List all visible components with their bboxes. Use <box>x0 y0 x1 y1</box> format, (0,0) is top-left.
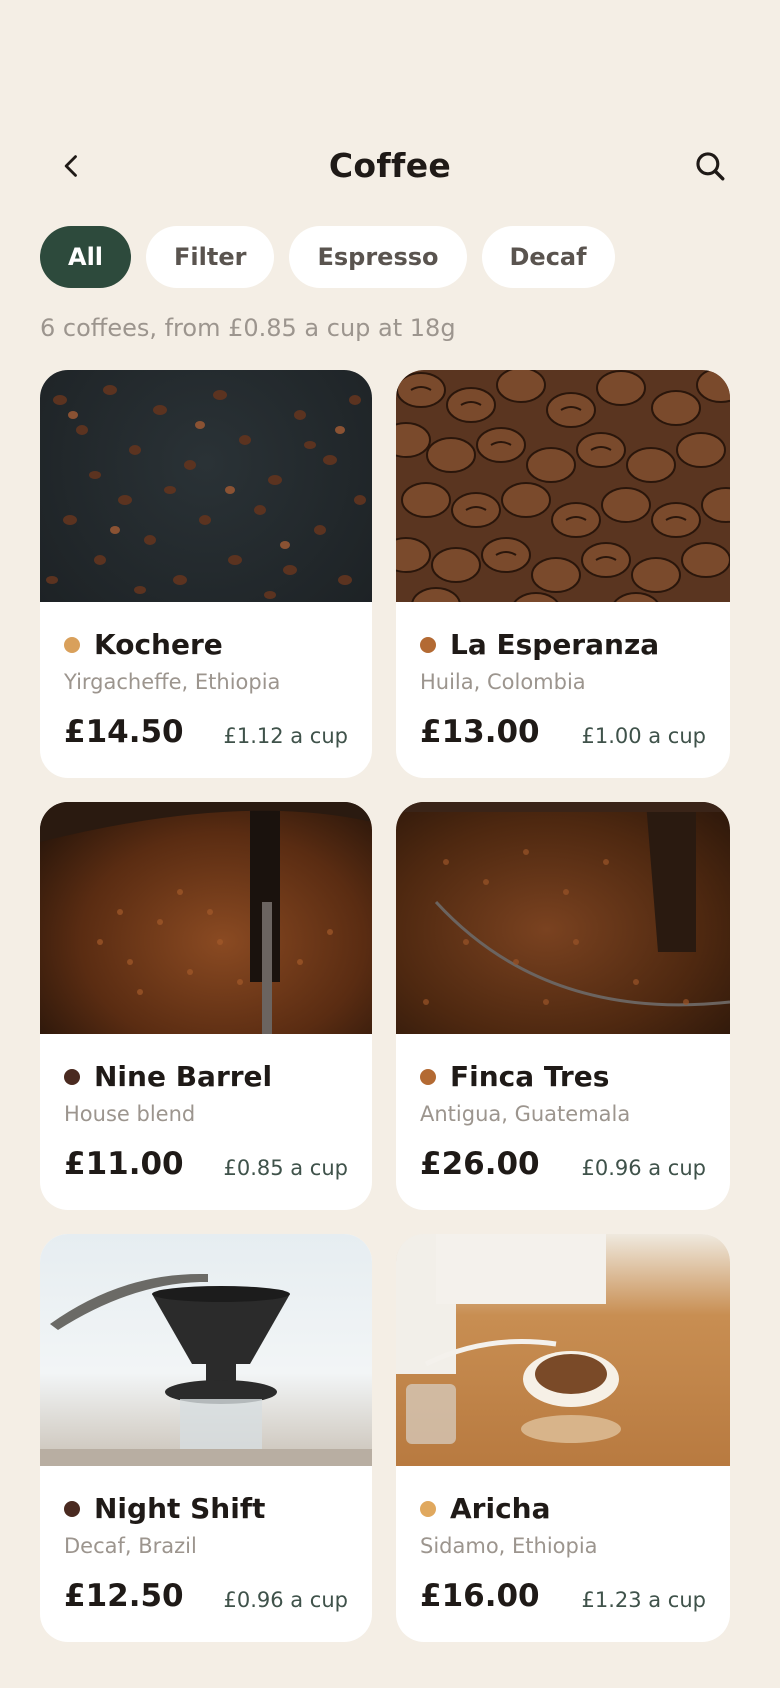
filter-chips: All Filter Espresso Decaf <box>40 226 615 288</box>
product-origin: Yirgacheffe, Ethiopia <box>64 670 281 694</box>
product-price: £16.00 <box>420 1578 540 1614</box>
product-image <box>40 802 372 1034</box>
product-price: £12.50 <box>64 1578 184 1614</box>
results-summary: 6 coffees, from £0.85 a cup at 18g <box>40 314 456 342</box>
product-info: La Esperanza Huila, Colombia £13.00 £1.0… <box>396 602 730 778</box>
product-image <box>396 370 730 602</box>
filter-chip-filter[interactable]: Filter <box>146 226 275 288</box>
price-per-cup: £1.23 a cup <box>581 1588 706 1612</box>
roast-dot <box>420 1500 436 1517</box>
product-image <box>40 370 372 602</box>
product-card[interactable]: Night Shift Decaf, Brazil £12.50 £0.96 a… <box>40 1234 372 1642</box>
header: Coffee <box>0 136 780 196</box>
product-card[interactable]: Aricha Sidamo, Ethiopia £16.00 £1.23 a c… <box>396 1234 730 1642</box>
product-grid: Kochere Yirgacheffe, Ethiopia £14.50 £1.… <box>40 370 730 1642</box>
product-price: £11.00 <box>64 1146 184 1182</box>
product-image <box>40 1234 372 1466</box>
product-card[interactable]: Finca Tres Antigua, Guatemala £26.00 £0.… <box>396 802 730 1210</box>
product-info: Finca Tres Antigua, Guatemala £26.00 £0.… <box>396 1034 730 1210</box>
product-name: La Esperanza <box>450 628 660 661</box>
product-info: Nine Barrel House blend £11.00 £0.85 a c… <box>40 1034 372 1210</box>
product-origin: Sidamo, Ethiopia <box>420 1534 598 1558</box>
filter-chip-espresso[interactable]: Espresso <box>289 226 467 288</box>
coffee-list-screen: Coffee All Filter Espresso Decaf 6 coffe… <box>0 0 780 1688</box>
product-origin: House blend <box>64 1102 196 1126</box>
price-per-cup: £0.85 a cup <box>223 1156 348 1180</box>
product-card[interactable]: Kochere Yirgacheffe, Ethiopia £14.50 £1.… <box>40 370 372 778</box>
product-price: £13.00 <box>420 714 540 750</box>
filter-chip-decaf[interactable]: Decaf <box>481 226 615 288</box>
price-per-cup: £1.00 a cup <box>581 724 706 748</box>
product-card[interactable]: La Esperanza Huila, Colombia £13.00 £1.0… <box>396 370 730 778</box>
filter-chip-all[interactable]: All <box>40 226 132 288</box>
roast-dot <box>420 636 436 653</box>
product-name: Night Shift <box>94 1492 266 1525</box>
product-price: £26.00 <box>420 1146 540 1182</box>
price-per-cup: £0.96 a cup <box>581 1156 706 1180</box>
product-info: Kochere Yirgacheffe, Ethiopia £14.50 £1.… <box>40 602 372 778</box>
product-name: Aricha <box>450 1492 551 1525</box>
product-name: Finca Tres <box>450 1060 610 1093</box>
product-card[interactable]: Nine Barrel House blend £11.00 £0.85 a c… <box>40 802 372 1210</box>
product-origin: Huila, Colombia <box>420 670 586 694</box>
roast-dot <box>64 1500 80 1517</box>
roast-dot <box>420 1068 436 1085</box>
product-info: Night Shift Decaf, Brazil £12.50 £0.96 a… <box>40 1466 372 1642</box>
product-image <box>396 1234 730 1466</box>
product-origin: Decaf, Brazil <box>64 1534 197 1558</box>
product-name: Nine Barrel <box>94 1060 273 1093</box>
page-title: Coffee <box>328 146 452 185</box>
product-info: Aricha Sidamo, Ethiopia £16.00 £1.23 a c… <box>396 1466 730 1642</box>
roast-dot <box>64 1068 80 1085</box>
price-per-cup: £1.12 a cup <box>223 724 348 748</box>
roast-dot <box>64 636 80 653</box>
product-name: Kochere <box>94 628 223 661</box>
product-image <box>396 802 730 1034</box>
product-price: £14.50 <box>64 714 184 750</box>
product-origin: Antigua, Guatemala <box>420 1102 631 1126</box>
search-button[interactable] <box>688 144 732 188</box>
search-icon <box>696 152 725 181</box>
price-per-cup: £0.96 a cup <box>223 1588 348 1612</box>
